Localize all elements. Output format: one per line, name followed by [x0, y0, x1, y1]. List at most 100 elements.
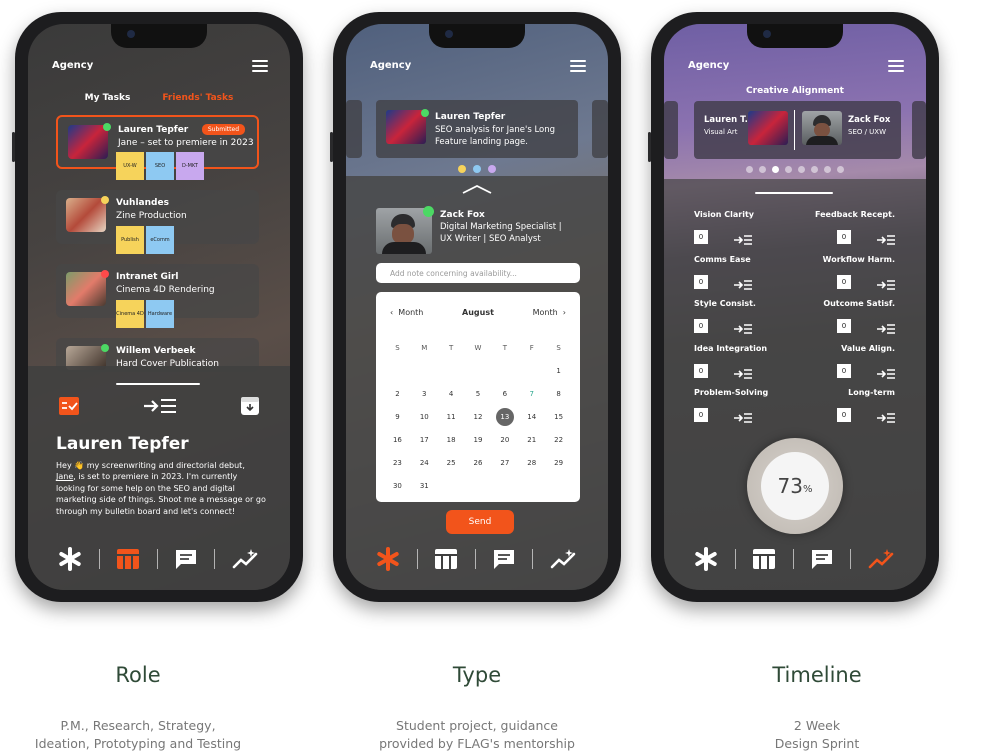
calendar-day[interactable]: 6 [491, 382, 518, 405]
metric-value-input[interactable]: 0 [837, 274, 851, 289]
board-table-icon[interactable] [434, 548, 458, 570]
assign-to-list-icon[interactable] [877, 319, 895, 338]
calendar-day[interactable]: 23 [384, 451, 411, 474]
calendar-day[interactable]: 19 [465, 428, 492, 451]
next-month-button[interactable]: Month › [533, 308, 566, 317]
assign-to-list-icon[interactable] [734, 408, 752, 427]
tab-friends-tasks[interactable]: Friends' Tasks [162, 93, 233, 103]
calendar-day[interactable]: 24 [411, 451, 438, 474]
calendar-day[interactable]: 22 [545, 428, 572, 451]
calendar-day[interactable]: 10 [411, 405, 438, 428]
calendar-day[interactable]: 15 [545, 405, 572, 428]
metric-value-input[interactable]: 0 [837, 230, 851, 244]
carousel-peek-card[interactable] [912, 101, 926, 159]
calendar-day[interactable]: 13 [491, 405, 518, 428]
metric-value-input[interactable]: 0 [837, 408, 851, 422]
tab-my-tasks[interactable]: My Tasks [85, 93, 131, 103]
calendar-day[interactable]: 5 [465, 382, 492, 405]
carousel-dot[interactable] [811, 166, 818, 173]
calendar-day[interactable]: 2 [384, 382, 411, 405]
calendar-day[interactable]: 29 [545, 451, 572, 474]
carousel-peek-card[interactable] [346, 100, 362, 158]
calendar-day[interactable]: 31 [411, 474, 438, 497]
calendar-day[interactable]: 8 [545, 382, 572, 405]
status-busy-icon [101, 270, 109, 278]
metric-row: Style Consist. Outcome Satisf. 0 0 [694, 299, 895, 344]
hamburger-menu-icon[interactable] [570, 60, 586, 72]
carousel-dot[interactable] [798, 166, 805, 173]
calendar-day[interactable]: 11 [438, 405, 465, 428]
trend-sparkle-icon[interactable] [868, 548, 896, 570]
assign-to-list-icon[interactable] [143, 398, 177, 414]
carousel-dot[interactable] [488, 165, 496, 173]
chevron-up-icon[interactable] [462, 184, 492, 194]
task-checklist-icon[interactable] [58, 396, 80, 416]
carousel-dot[interactable] [458, 165, 466, 173]
archive-download-icon[interactable] [240, 396, 260, 416]
carousel-dot[interactable] [759, 166, 766, 173]
assign-to-list-icon[interactable] [877, 408, 895, 427]
calendar-day[interactable]: 28 [518, 451, 545, 474]
calendar-day[interactable]: 20 [491, 428, 518, 451]
assign-to-list-icon[interactable] [734, 230, 752, 249]
metric-value-input[interactable]: 0 [694, 274, 708, 289]
calendar-day[interactable]: 18 [438, 428, 465, 451]
prev-month-button[interactable]: ‹ Month [390, 308, 423, 317]
nav-divider [532, 549, 534, 569]
hamburger-menu-icon[interactable] [888, 60, 904, 72]
calendar-day[interactable]: 9 [384, 405, 411, 428]
calendar-day[interactable]: 26 [465, 451, 492, 474]
asterisk-icon[interactable] [376, 547, 400, 571]
chat-icon[interactable] [174, 548, 198, 570]
calendar-day[interactable]: 12 [465, 405, 492, 428]
board-table-icon[interactable] [116, 548, 140, 570]
assign-to-list-icon[interactable] [877, 230, 895, 249]
calendar-day[interactable]: 17 [411, 428, 438, 451]
carousel-peek-card[interactable] [664, 101, 678, 159]
calendar-day[interactable]: 30 [384, 474, 411, 497]
carousel-peek-card[interactable] [592, 100, 608, 158]
trend-sparkle-icon[interactable] [550, 548, 578, 570]
carousel-dot[interactable] [785, 166, 792, 173]
sticky-note: D-MKT [176, 152, 204, 180]
assign-to-list-icon[interactable] [877, 275, 895, 294]
calendar-day[interactable]: 4 [438, 382, 465, 405]
assign-to-list-icon[interactable] [734, 319, 752, 338]
calendar-day[interactable]: 27 [491, 451, 518, 474]
metric-value-input[interactable]: 0 [694, 408, 708, 422]
hamburger-menu-icon[interactable] [252, 60, 268, 72]
carousel-dot[interactable] [772, 166, 779, 173]
board-table-icon[interactable] [752, 548, 776, 570]
pair-card[interactable]: Lauren T. Visual Art Zack Fox SEO / UXW [694, 101, 901, 159]
carousel-dot[interactable] [837, 166, 844, 173]
chat-icon[interactable] [810, 548, 834, 570]
metric-value-input[interactable]: 0 [694, 319, 708, 333]
calendar-day[interactable]: 25 [438, 451, 465, 474]
calendar-day[interactable]: 1 [545, 359, 572, 382]
metric-value-input[interactable]: 0 [837, 363, 851, 378]
chat-icon[interactable] [492, 548, 516, 570]
jane-link[interactable]: Jane [56, 472, 73, 481]
request-card[interactable]: Lauren Tepfer SEO analysis for Jane's Lo… [376, 100, 578, 158]
assign-to-list-icon[interactable] [877, 364, 895, 383]
calendar-day[interactable]: 14 [518, 405, 545, 428]
carousel-dot[interactable] [473, 165, 481, 173]
metric-value-input[interactable]: 0 [694, 230, 708, 244]
asterisk-icon[interactable] [694, 547, 718, 571]
carousel-dot[interactable] [746, 166, 753, 173]
asterisk-icon[interactable] [58, 547, 82, 571]
metric-value-input[interactable]: 0 [694, 363, 708, 378]
calendar-day[interactable]: 3 [411, 382, 438, 405]
calendar-day[interactable]: 16 [384, 428, 411, 451]
assign-to-list-icon[interactable] [734, 275, 752, 294]
sheet-handle[interactable] [116, 383, 200, 385]
calendar-day[interactable]: 7 [518, 382, 545, 405]
trend-sparkle-icon[interactable] [232, 548, 260, 570]
availability-note-input[interactable]: Add note concerning availability... [376, 263, 580, 283]
caption-text: P.M., Research, Strategy, Ideation, Proto… [34, 718, 242, 751]
calendar-day[interactable]: 21 [518, 428, 545, 451]
carousel-dot[interactable] [824, 166, 831, 173]
assign-to-list-icon[interactable] [734, 364, 752, 383]
metric-value-input[interactable]: 0 [837, 319, 851, 333]
sheet-handle[interactable] [755, 192, 833, 194]
